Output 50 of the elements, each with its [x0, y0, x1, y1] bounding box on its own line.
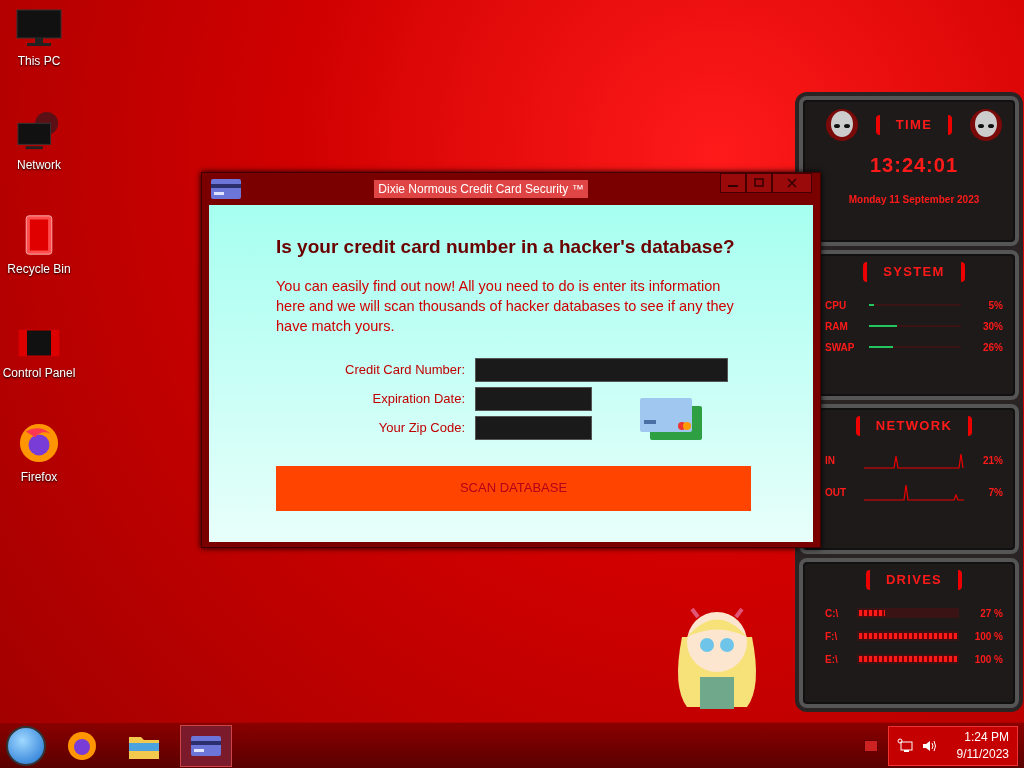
desktop-icon-label[interactable]: Network — [17, 156, 61, 174]
panel-title: SYSTEM — [863, 262, 965, 282]
stat-label: OUT — [825, 486, 848, 500]
input-field[interactable] — [475, 357, 728, 382]
panel-title: DRIVES — [865, 570, 963, 590]
drive-reading: 27 % — [979, 606, 1003, 621]
stat-reading: 7% — [987, 486, 1003, 500]
stat-label: SWAP — [825, 340, 856, 355]
stat-reading: 5% — [987, 298, 1003, 313]
clock-time: 1:24 PM — [964, 728, 1009, 746]
field-label: Credit Card Number: — [344, 360, 465, 379]
network-icon — [897, 737, 913, 754]
alien-head-icon — [969, 108, 1003, 142]
stat-reading: 26% — [982, 340, 1003, 355]
desktop-icon-label[interactable]: This PC — [17, 52, 61, 70]
firefox-icon — [17, 422, 61, 464]
intro-paragraph: You can easily find out now! All you need to do is enter its information here and we will scan thousands of hacker databases to see if any they have match yours. — [276, 276, 735, 336]
drive-reading: 100 % — [973, 652, 1003, 667]
drive-label: C:\ — [825, 606, 840, 621]
drive-label: E:\ — [825, 652, 839, 667]
start-button[interactable] — [6, 725, 46, 766]
alien-head-icon — [825, 108, 859, 142]
clock-time: 13:24:01 — [869, 153, 959, 178]
stat-label: RAM — [825, 319, 849, 334]
desktop-icon-label[interactable]: Control Panel — [2, 364, 76, 382]
drive-reading: 100 % — [973, 629, 1003, 644]
heading: Is your credit card number in a hacker's database? — [276, 235, 736, 259]
field-label: Expiration Date: — [371, 389, 465, 408]
stat-label: IN — [825, 454, 836, 468]
desktop-icon-label[interactable]: Firefox — [20, 468, 58, 486]
clock-date: Monday 11 September 2023 — [848, 193, 980, 207]
stat-label: CPU — [825, 298, 848, 313]
close-icon — [787, 178, 797, 188]
drive-label: F:\ — [825, 629, 839, 644]
window-title: Dixie Normous Credit Card Security ™ — [374, 180, 588, 198]
panel-title: NETWORK — [855, 416, 973, 436]
desktop-icon-label[interactable]: Recycle Bin — [7, 260, 71, 278]
clock-date: 9/11/2023 — [956, 745, 1009, 763]
panel-title: TIME — [875, 115, 953, 135]
maximize-icon — [754, 178, 764, 188]
firefox-icon — [66, 729, 98, 762]
card-icon — [190, 734, 222, 757]
card-icon — [210, 178, 242, 200]
input-field[interactable] — [475, 415, 592, 440]
monitor-icon — [15, 8, 63, 48]
minimize-icon — [728, 185, 738, 187]
stat-reading: 21% — [982, 454, 1003, 468]
input-field[interactable] — [475, 386, 592, 411]
stat-reading: 30% — [982, 319, 1003, 334]
field-label: Your Zip Code: — [377, 418, 465, 437]
